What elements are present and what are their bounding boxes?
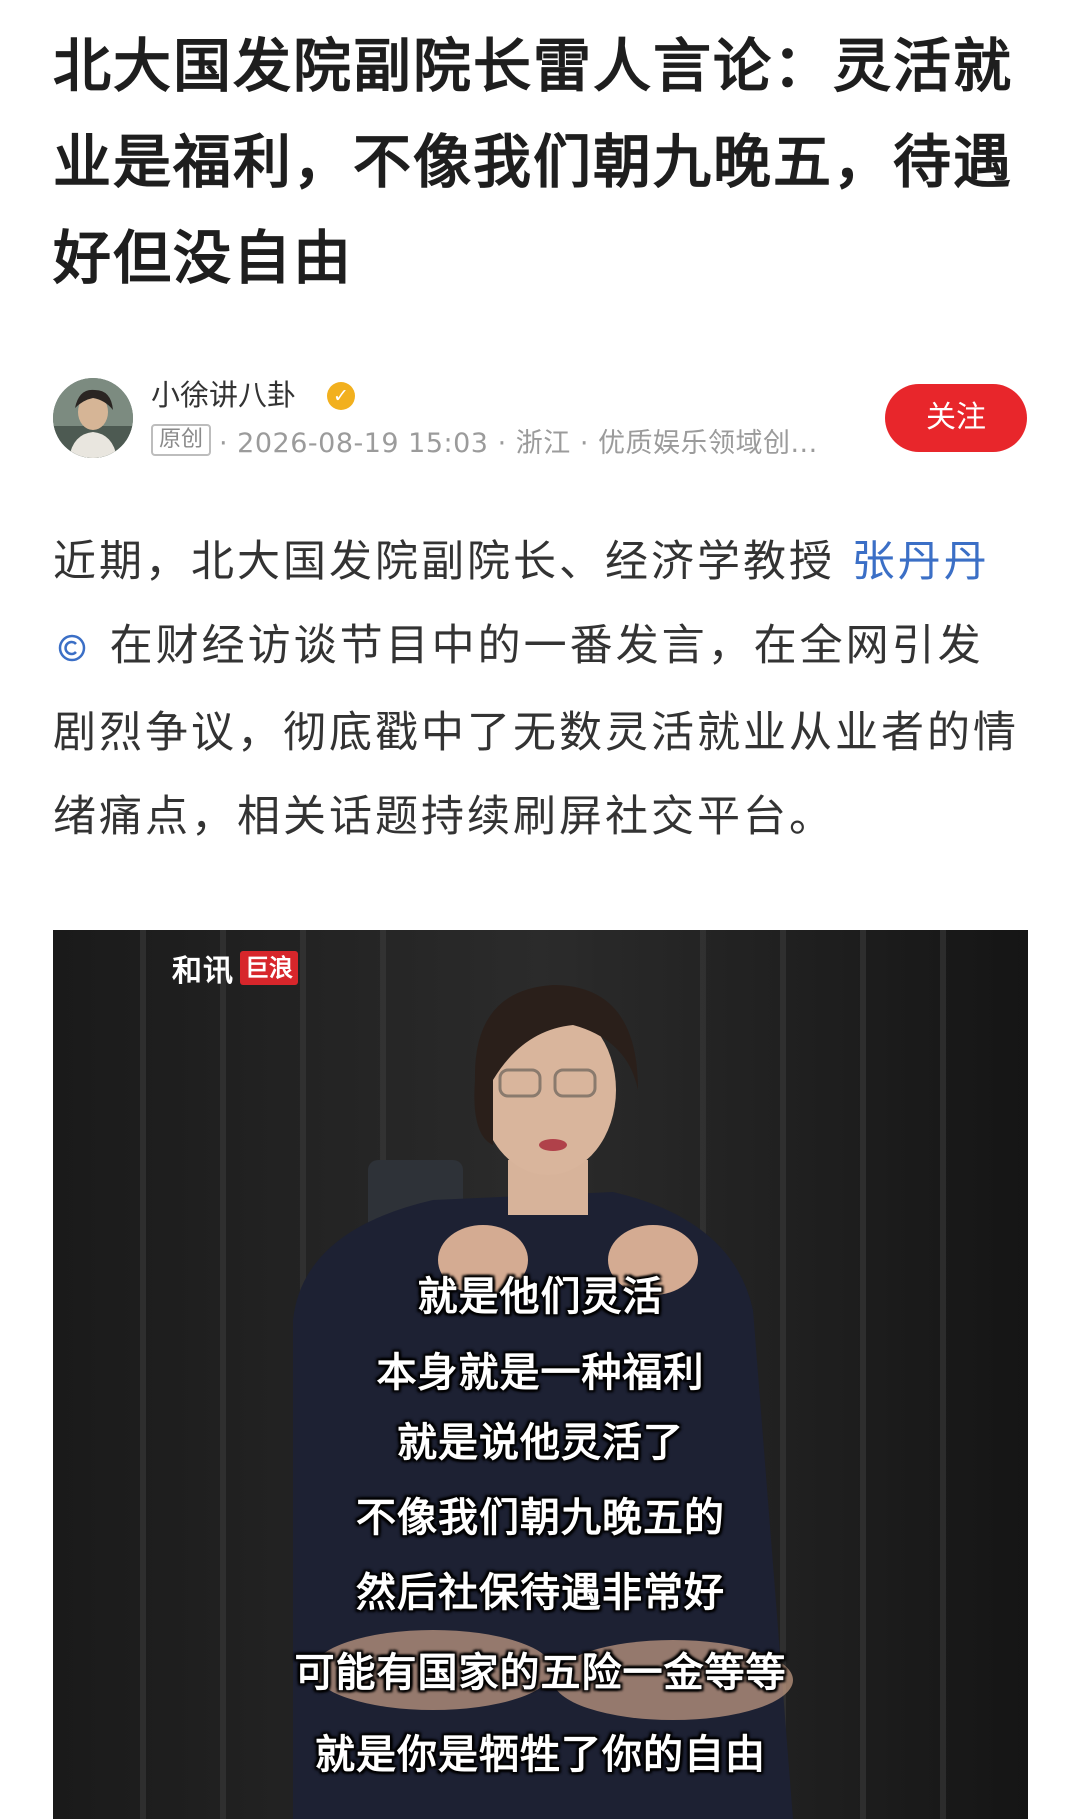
mention-name: 张丹丹: [851, 537, 990, 587]
subtitle-line: 不像我们朝九晚五的: [356, 1495, 725, 1541]
paragraph-text-end: 在财经访谈节目中的一番发言，在全网引发剧烈争议，彻底戳中了无数灵活就业从业者的情…: [53, 621, 1019, 842]
author-avatar[interactable]: [53, 378, 133, 458]
verified-badge-icon: ✓: [327, 382, 355, 410]
article-title: 北大国发院副院长雷人言论：灵活就业是福利，不像我们朝九晚五，待遇好但没自由: [53, 32, 1014, 292]
subtitle-line: 就是你是牺牲了你的自由: [315, 1732, 766, 1778]
paragraph-text-start: 近期，北大国发院副院长、经济学教授: [53, 537, 852, 587]
original-tag: 原创: [151, 424, 212, 456]
subtitle-line: 然后社保待遇非常好: [356, 1570, 725, 1616]
subtitle-line: 就是他们灵活: [417, 1274, 664, 1320]
author-row: 小徐讲八卦 ✓ 原创 · 2026-08-19 15:03 · 浙江 · 优质娱…: [53, 374, 1028, 464]
subtitle-line: 本身就是一种福利: [376, 1350, 705, 1396]
subtitle-stack: 就是他们灵活 本身就是一种福利 就是说他灵活了 不像我们朝九晚五的 然后社保待遇…: [53, 930, 1028, 1819]
publish-meta: · 2026-08-19 15:03 · 浙江 · 优质娱乐领域创...: [219, 427, 818, 459]
author-name[interactable]: 小徐讲八卦: [151, 374, 296, 416]
mention-icon: [57, 607, 87, 691]
avatar-image: [53, 378, 133, 458]
subtitle-line: 可能有国家的五险一金等等: [294, 1650, 787, 1696]
article-paragraph: 近期，北大国发院副院长、经济学教授 张丹丹 在财经访谈节目中的一番发言，在全网引…: [53, 520, 1028, 859]
article-meta: 原创 · 2026-08-19 15:03 · 浙江 · 优质娱乐领域创...: [151, 420, 818, 460]
follow-button[interactable]: 关注: [885, 384, 1027, 452]
video-thumbnail[interactable]: 和讯 巨浪 就是他们灵活 本身就是一种福利 就是说他灵活了 不像我们朝九晚五的 …: [53, 930, 1028, 1819]
subtitle-line: 就是说他灵活了: [397, 1420, 684, 1466]
